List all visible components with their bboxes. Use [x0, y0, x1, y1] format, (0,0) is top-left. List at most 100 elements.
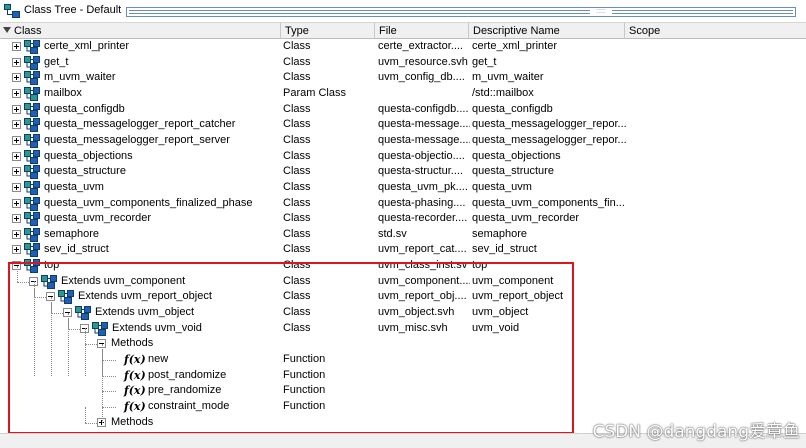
row-file-cell: uvm_report_cat....	[378, 243, 467, 256]
column-header-scope[interactable]: Scope	[625, 23, 806, 39]
class-icon	[24, 71, 40, 86]
class-icon	[24, 118, 40, 133]
row-type-cell: Class	[283, 227, 311, 240]
expand-icon[interactable]	[12, 42, 21, 51]
row-type-cell: Function	[283, 368, 326, 381]
row-file-cell: uvm_config_db....	[378, 71, 465, 84]
tree-row-label: pre_randomize	[148, 384, 222, 397]
tree-row[interactable]: questa_structure Class questa-structur....…	[0, 164, 806, 180]
class-icon	[58, 290, 74, 305]
row-type-cell: Param Class	[283, 86, 346, 99]
row-type-cell: Class	[283, 259, 311, 272]
tree-row[interactable]: f(x) pre_randomize Function	[0, 375, 806, 399]
tree-row[interactable]: Extends uvm_component Class uvm_component.…	[0, 265, 806, 290]
expand-icon[interactable]	[12, 151, 21, 161]
expand-icon[interactable]	[12, 214, 21, 224]
tree-row-label: mailbox	[44, 86, 82, 99]
tree-connector	[17, 265, 18, 282]
column-header-descriptive-name[interactable]: Descriptive Name	[469, 23, 625, 39]
class-tree-icon	[4, 4, 20, 18]
class-icon	[41, 274, 57, 289]
row-file-cell: questa-recorder....	[378, 212, 468, 225]
row-file-cell: uvm_report_obj....	[378, 290, 467, 303]
tree-row[interactable]: questa_objections Class questa-objectio...…	[0, 149, 806, 165]
watermark: CSDN @dangdang爱章鱼	[592, 422, 800, 442]
expand-icon[interactable]	[12, 88, 21, 98]
tree-row-label: questa_structure	[44, 165, 126, 178]
tree-row-label: Extends uvm_component	[61, 274, 186, 287]
expand-icon[interactable]	[12, 135, 21, 145]
expand-icon[interactable]	[12, 198, 21, 208]
column-label-type: Type	[285, 25, 309, 37]
tree-row-label: new	[148, 353, 169, 365]
window-title: Class Tree - Default	[24, 4, 122, 16]
sort-down-icon	[3, 27, 11, 33]
row-file-cell: questa-configdb....	[378, 102, 469, 115]
tree-row[interactable]: Methods	[0, 328, 806, 352]
tree-row[interactable]: certe_xml_printer Class certe_extractor...…	[0, 39, 806, 55]
row-type-cell: Class	[283, 40, 311, 52]
expand-icon[interactable]	[12, 182, 21, 192]
expand-icon[interactable]	[12, 229, 21, 239]
tree-connector	[68, 319, 69, 376]
expand-icon[interactable]	[12, 57, 21, 67]
tree-row[interactable]: m_uvm_waiter Class uvm_config_db.... m_uvm_…	[0, 70, 806, 86]
tree-connector	[34, 287, 35, 376]
tree-row[interactable]: semaphore Class std.sv semaphore	[0, 227, 806, 243]
row-type-cell: Class	[283, 118, 311, 131]
row-descriptive-name-cell: questa_messagelogger_repor...	[472, 133, 626, 146]
row-descriptive-name-cell: top	[472, 259, 488, 272]
row-file-cell: questa-structur....	[378, 165, 463, 178]
class-icon	[24, 212, 40, 227]
tree-row[interactable]: Extends uvm_object Class uvm_object.svh uvm…	[0, 297, 806, 321]
expand-icon[interactable]	[12, 167, 21, 177]
tree-row[interactable]: mailbox Param Class/std::mailbox	[0, 86, 806, 102]
tree-row[interactable]: sev_id_struct Class uvm_report_cat.... sev_…	[0, 242, 806, 258]
tree-row-label: questa_objections	[44, 149, 133, 162]
row-file-cell: uvm_object.svh	[378, 306, 455, 319]
column-header-file[interactable]: File	[375, 23, 469, 39]
column-header-class[interactable]: Class	[0, 23, 281, 39]
tree-row[interactable]: f(x) new Function	[0, 344, 806, 368]
tree-row[interactable]: questa_uvm_recorder Class questa-recorder.…	[0, 211, 806, 227]
tree-connector	[102, 350, 103, 423]
tree-row-label: Methods	[111, 337, 154, 350]
expand-icon[interactable]	[12, 73, 21, 83]
tree-connector	[102, 391, 116, 393]
row-type-cell: Class	[283, 165, 311, 178]
tree-row[interactable]: Extends uvm_report_object Class uvm_report…	[0, 281, 806, 305]
tree-row-label: questa_uvm_components_finalized_phase	[44, 196, 253, 209]
expand-icon[interactable]	[12, 104, 21, 114]
row-descriptive-name-cell: uvm_void	[472, 321, 520, 334]
row-type-cell: Function	[283, 353, 326, 365]
row-type-cell: Class	[283, 180, 311, 193]
tree-row[interactable]: get_t Class uvm_resource.svh get_t	[0, 55, 806, 71]
row-type-cell: Class	[283, 290, 311, 303]
tree-row[interactable]: questa_uvm_components_finalized_phase Cla…	[0, 196, 806, 212]
tree-row[interactable]: top Class uvm_class_inst.sv top	[0, 258, 806, 274]
class-icon	[75, 306, 91, 321]
tree-row[interactable]: f(x) constraint_mode Function	[0, 390, 806, 415]
tree-row[interactable]: questa_messagelogger_report_server Class q…	[0, 133, 806, 149]
tree-row[interactable]: Extends uvm_void Class uvm_misc.svh uvm_voi…	[0, 312, 806, 337]
drag-grip-icon[interactable]: :::::	[590, 8, 612, 16]
row-descriptive-name-cell: get_t	[472, 55, 497, 68]
column-label-scope: Scope	[629, 25, 661, 37]
row-descriptive-name-cell: certe_xml_printer	[472, 40, 557, 52]
row-file-cell: uvm_misc.svh	[378, 321, 448, 334]
tree-row[interactable]: f(x) post_randomize Function	[0, 359, 806, 384]
tree-row-label: get_t	[44, 55, 69, 68]
row-descriptive-name-cell: questa_uvm_components_fin...	[472, 196, 625, 209]
tree-row-label: questa_uvm_recorder	[44, 212, 152, 225]
row-descriptive-name-cell: uvm_report_object	[472, 290, 564, 303]
expand-icon[interactable]	[12, 120, 21, 130]
title-bar[interactable]: Class Tree - Default :::::	[0, 0, 806, 22]
row-descriptive-name-cell: questa_uvm_recorder	[472, 212, 580, 225]
column-header-type[interactable]: Type	[281, 23, 375, 39]
row-type-cell: Class	[283, 71, 311, 84]
tree-row[interactable]: questa_messagelogger_report_catcher Class…	[0, 117, 806, 133]
tree-row-label: certe_xml_printer	[44, 40, 129, 52]
tree-row[interactable]: questa_configdb Class questa-configdb.... q…	[0, 102, 806, 118]
tree-row[interactable]: questa_uvm Class questa_uvm_pk.... questa_u…	[0, 180, 806, 196]
expand-icon[interactable]	[12, 245, 21, 255]
